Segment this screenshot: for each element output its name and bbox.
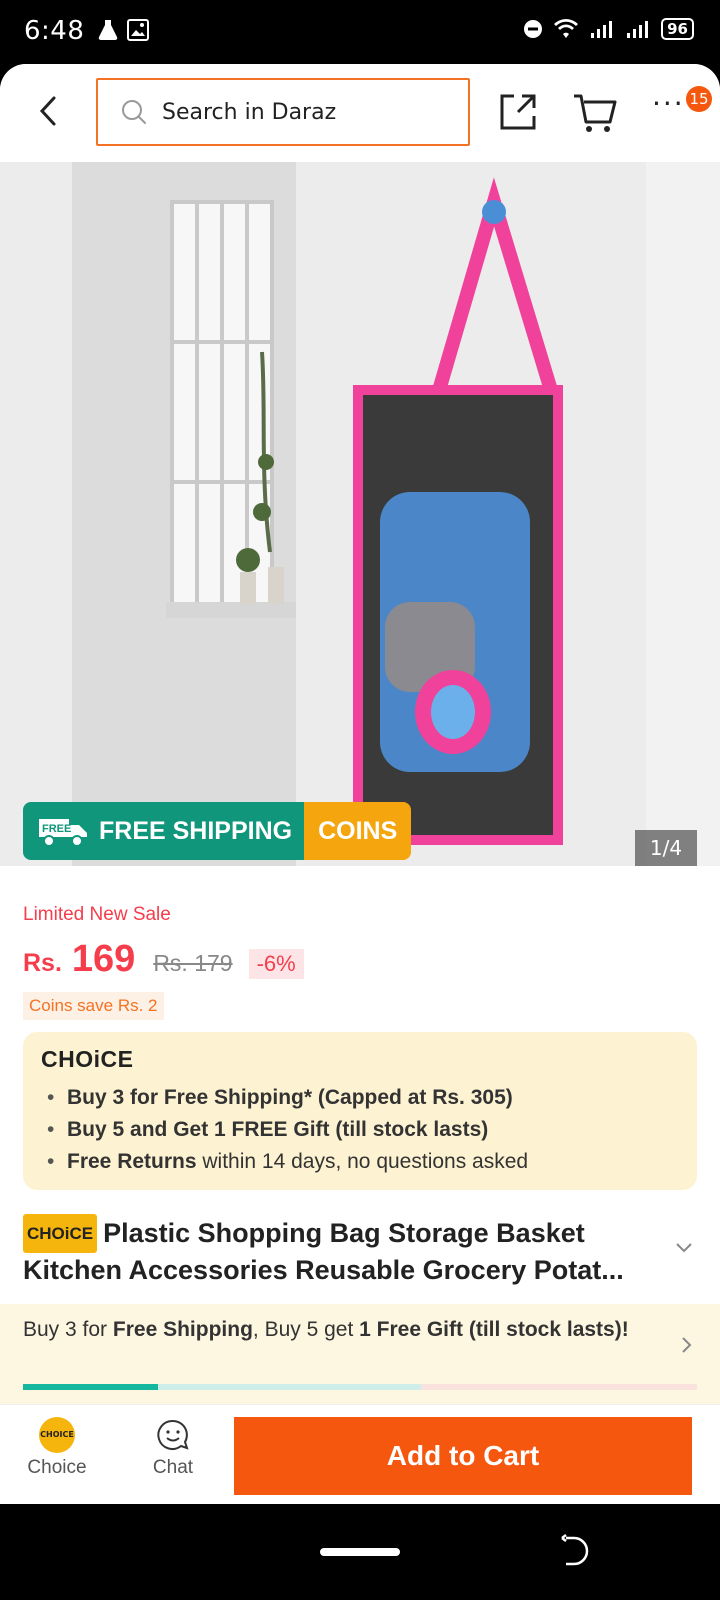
home-gesture-pill[interactable] [320, 1548, 400, 1556]
coins-save-badge[interactable]: Coins save Rs. 2 [23, 992, 164, 1020]
flask-icon [98, 20, 118, 40]
chat-label: Chat [152, 1457, 194, 1478]
chevron-down-icon[interactable] [674, 1240, 694, 1256]
progress-remaining [420, 1384, 697, 1390]
benefit-bold: Free Returns [67, 1150, 197, 1173]
sale-label: Limited New Sale [23, 904, 171, 925]
offer-bar[interactable]: Buy 3 for Free Shipping, Buy 5 get 1 Fre… [0, 1304, 720, 1404]
price-value: 169 [71, 938, 136, 980]
back-gesture-icon[interactable] [558, 1534, 590, 1568]
image-icon [127, 19, 149, 41]
progress-fill [23, 1384, 158, 1390]
free-tag-text: FREE [42, 823, 71, 835]
status-time: 6:48 [24, 16, 85, 46]
product-page: Search in Daraz ··· 15 FREE FREE SHIPPIN… [0, 64, 720, 1504]
offer-text: Buy 3 for Free Shipping, Buy 5 get 1 Fre… [23, 1318, 643, 1342]
free-shipping-coins-banner: FREE FREE SHIPPING COINS [23, 802, 412, 860]
choice-benefit-item: • Free Returns within 14 days, no questi… [41, 1146, 679, 1178]
bottom-action-bar: CHOICE Choice Chat Add to Cart [0, 1404, 720, 1504]
truck-icon: FREE [39, 819, 87, 847]
bullet: • [47, 1086, 55, 1109]
chat-icon [157, 1419, 189, 1450]
price-row: Rs. 169 Rs. 179 -6% [23, 938, 304, 981]
offer-text-4: 1 Free Gift (till stock lasts)! [359, 1318, 629, 1341]
coins-tag: COINS [304, 802, 412, 860]
free-shipping-text: FREE SHIPPING [99, 816, 293, 845]
status-bar: 6:48 96 [0, 0, 720, 64]
product-image[interactable]: FREE FREE SHIPPING COINS 1/4 [0, 162, 720, 866]
header: Search in Daraz ··· 15 [0, 64, 720, 162]
notification-badge: 15 [686, 86, 712, 112]
offer-progress-bar [23, 1384, 697, 1390]
chat-nav-button[interactable]: Chat [138, 1417, 208, 1479]
share-icon[interactable] [496, 90, 540, 134]
choice-nav-button[interactable]: CHOICE Choice [20, 1417, 94, 1479]
search-placeholder: Search in Daraz [162, 99, 337, 125]
benefit-bold: Buy 5 and Get 1 FREE Gift (till stock la… [67, 1118, 489, 1141]
bullet: • [47, 1150, 55, 1173]
cart-icon[interactable] [572, 90, 618, 134]
product-photo [0, 162, 720, 866]
bullet: • [47, 1118, 55, 1141]
add-to-cart-button[interactable]: Add to Cart [234, 1417, 692, 1495]
product-title-row[interactable]: CHOiCE Plastic Shopping Bag Storage Baske… [23, 1214, 673, 1288]
benefit-normal: within 14 days, no questions asked [196, 1150, 529, 1173]
product-title-text: Plastic Shopping Bag Storage Basket Kitc… [23, 1218, 624, 1285]
discount-badge: -6% [248, 949, 304, 979]
signal-icon [591, 21, 613, 38]
choice-icon: CHOICE [39, 1417, 75, 1453]
status-icons-right: 96 [523, 18, 694, 40]
battery-indicator: 96 [661, 18, 694, 40]
system-navigation-bar [0, 1504, 720, 1600]
search-icon [122, 100, 146, 124]
more-dots: ··· [652, 87, 685, 120]
price-currency: Rs. [23, 949, 62, 977]
offer-text-1: Buy 3 for [23, 1318, 113, 1341]
status-icons-left [96, 18, 150, 42]
signal-icon [627, 21, 649, 38]
product-title: CHOiCE Plastic Shopping Bag Storage Baske… [23, 1214, 673, 1288]
back-arrow-icon[interactable] [28, 88, 68, 134]
offer-text-3: , Buy 5 get [252, 1318, 360, 1341]
choice-benefits-box[interactable]: CHOiCE • Buy 3 for Free Shipping* (Cappe… [23, 1032, 697, 1190]
dnd-icon [524, 20, 543, 38]
benefit-bold: Buy 3 for Free Shipping* (Capped at Rs. … [67, 1086, 513, 1109]
chevron-right-icon[interactable] [680, 1334, 694, 1356]
choice-logo: CHOiCE [41, 1046, 134, 1072]
offer-text-2: Free Shipping [112, 1318, 253, 1341]
choice-benefit-item: • Buy 3 for Free Shipping* (Capped at Rs… [41, 1082, 679, 1114]
search-input[interactable]: Search in Daraz [96, 78, 470, 146]
original-price: Rs. 179 [153, 950, 233, 976]
wifi-icon [554, 19, 579, 38]
free-shipping-tag: FREE FREE SHIPPING [23, 802, 305, 860]
choice-benefits-list: • Buy 3 for Free Shipping* (Capped at Rs… [41, 1082, 679, 1178]
choice-label: Choice [27, 1457, 87, 1478]
choice-tag: CHOiCE [23, 1214, 98, 1253]
choice-benefit-item: • Buy 5 and Get 1 FREE Gift (till stock … [41, 1114, 679, 1146]
image-page-counter: 1/4 [635, 830, 697, 866]
